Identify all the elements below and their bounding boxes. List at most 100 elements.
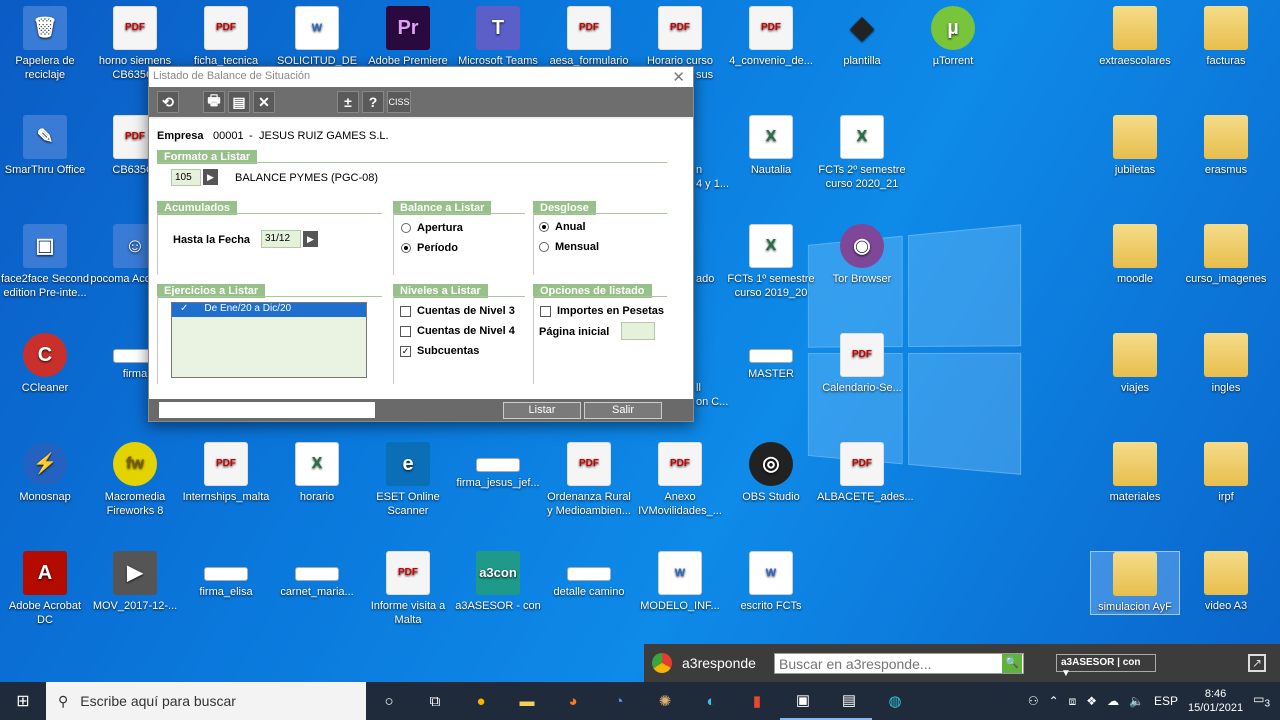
desktop-icon-detalle[interactable]: detalle camino [544,551,634,599]
clock[interactable]: 8:46 15/01/2021 [1188,687,1243,715]
mensual-radio[interactable] [539,242,549,252]
preview-icon[interactable]: ▤ [228,91,250,113]
desktop-icon-fireworks[interactable]: fw Macromedia Fireworks 8 [90,442,180,518]
desktop-icon-solicitud[interactable]: W SOLICITUD_DE [272,6,362,68]
desktop-icon-modelo[interactable]: W MODELO_INF... [635,551,725,613]
desktop-icon-simulacion[interactable]: simulacion AyF [1090,551,1180,615]
network-icon[interactable]: ⧈ [1069,694,1077,709]
dialog-titlebar[interactable]: Listado de Balance de Situación ✕ [149,67,693,87]
chrome-icon[interactable]: ● [458,682,504,720]
periodo-radio[interactable] [401,243,411,253]
notifications-icon[interactable]: ▭3 [1253,692,1270,709]
people-icon[interactable]: ⚇ [1028,694,1039,708]
desktop-icon-facturas[interactable]: facturas [1181,6,1271,68]
desktop-icon-irpf[interactable]: irpf [1181,442,1271,504]
firefox-icon[interactable]: ◕ [550,682,596,720]
a3asesor-dropdown[interactable]: a3ASESOR | con ▼ [1056,654,1156,679]
a3-app-icon[interactable]: ▣ [780,682,826,720]
dropbox-icon[interactable]: ❖ [1086,694,1097,708]
anual-radio[interactable] [539,222,549,232]
desktop-icon-plantilla[interactable]: ◆ plantilla [817,6,907,68]
nivel4-checkbox[interactable] [400,326,411,337]
edge-icon[interactable]: ◐ [688,682,734,720]
list-item[interactable]: ✓ De Ene/20 a Dic/20 [172,303,366,317]
desktop-icon-anexo[interactable]: PDF Anexo IVMovilidades_... [635,442,725,518]
desktop-icon-fcts1[interactable]: X FCTs 1º semestre curso 2019_20 [726,224,816,300]
desktop-icon-erasmus[interactable]: erasmus [1181,115,1271,177]
outlook-icon[interactable]: ◔ [596,682,642,720]
desktop-icon-utorrent[interactable]: µ µTorrent [908,6,998,68]
ejercicios-list[interactable]: ✓ De Ene/20 a Dic/20 [171,302,367,378]
desktop-icon-eset[interactable]: e ESET Online Scanner [363,442,453,518]
desktop-icon-ingles[interactable]: ingles [1181,333,1271,395]
desktop-icon-escrito[interactable]: Wescrito FCTs [726,551,816,613]
desktop-icon-monosnap[interactable]: ⚡ Monosnap [0,442,90,504]
desktop-icon-obs[interactable]: ◎ OBS Studio [726,442,816,504]
close-icon[interactable]: ✕ [672,68,685,86]
desktop-icon-internships[interactable]: PDF Internships_malta [181,442,271,504]
speaker-icon[interactable]: 🔈 [1129,694,1144,708]
office-icon[interactable]: ▮ [734,682,780,720]
subcuentas-checkbox[interactable]: ✓ [400,346,411,357]
taskbar-search[interactable]: ⚲ Escribe aquí para buscar [46,682,366,720]
desktop-icon-video_a3[interactable]: video A3 [1181,551,1271,613]
pagina-field[interactable] [621,322,655,340]
desktop-icon-horario_curso[interactable]: PDF Horario curso [635,6,725,68]
salir-button[interactable]: Salir [584,402,662,419]
desktop-icon-calendario[interactable]: PDF Calendario-Se... [817,333,907,395]
hasta-fecha-field[interactable]: 31/12 [261,230,301,248]
pesetas-checkbox[interactable] [540,306,551,317]
print-icon[interactable]: 🖶 [203,91,225,113]
desktop-icon-horario[interactable]: Xhorario [272,442,362,504]
start-button[interactable]: ⊞ [0,682,46,720]
desktop-icon-informe[interactable]: PDF Informe visita a Malta [363,551,453,627]
desktop-icon-ccleaner[interactable]: C CCleaner [0,333,90,395]
desktop-icon-viajes[interactable]: viajes [1090,333,1180,395]
desktop-icon-curso_imagenes[interactable]: curso_imagenes [1181,224,1271,286]
desktop-icon-ficha[interactable]: PDF ficha_tecnica [181,6,271,68]
explorer-icon[interactable]: ▬ [504,682,550,720]
refresh-icon[interactable]: ⟲ [157,91,179,113]
desktop-icon-tor[interactable]: ◉ Tor Browser [817,224,907,286]
canva-icon[interactable]: ◍ [872,682,918,720]
formato-lookup-button[interactable]: ▶ [203,169,218,185]
desktop-icon-face2face[interactable]: ▣ face2face Second edition Pre-inte... [0,224,90,300]
formato-code-field[interactable]: 105 [171,169,201,186]
desktop-icon-firma_jesus[interactable]: firma_jesus_jef... [453,442,543,490]
desktop-icon-a3asesor[interactable]: a3con a3ASESOR - con [453,551,543,613]
help-icon[interactable]: ? [362,91,384,113]
desktop-icon-master[interactable]: MASTER [726,333,816,381]
onedrive-icon[interactable]: ☁ [1107,694,1119,708]
desktop-icon-extraescolares[interactable]: extraescolares [1090,6,1180,68]
desktop-icon-teams[interactable]: T Microsoft Teams [453,6,543,68]
chevron-up-icon[interactable]: ⌃ [1049,694,1059,708]
desktop-icon-nautalia[interactable]: X Nautalia [726,115,816,177]
desktop-icon-papelera[interactable]: 🗑 Papelera de reciclaje [0,6,90,82]
desktop-icon-smarthru[interactable]: ✎ SmarThru Office [0,115,90,177]
desktop-icon-albacete[interactable]: PDF ALBACETE_ades... [817,442,914,504]
desktop-icon-jubiletas[interactable]: jubiletas [1090,115,1180,177]
gimp-icon[interactable]: ✺ [642,682,688,720]
desktop-icon-fcts2[interactable]: X FCTs 2º semestre curso 2020_21 [817,115,907,191]
search-icon[interactable]: 🔍 [1002,654,1022,673]
desktop-icon-carnet[interactable]: carnet_maria... [272,551,362,599]
desktop-icon-moodle[interactable]: moodle [1090,224,1180,286]
desktop-icon-ordenanza[interactable]: PDF Ordenanza Rural y Medioambien... [544,442,634,518]
excel-icon[interactable]: ✕ [253,91,275,113]
listar-button[interactable]: Listar [503,402,581,419]
cortana-icon[interactable]: ○ [366,682,412,720]
ciss-button[interactable]: CISS [387,91,411,113]
desktop-icon-premiere[interactable]: Pr Adobe Premiere [363,6,453,68]
desktop-icon-materiales[interactable]: materiales [1090,442,1180,504]
desktop-icon-aesa[interactable]: PDF aesa_formulario [544,6,634,68]
external-link-icon[interactable]: ↗ [1248,654,1266,672]
desktop-icon-firma_elisa[interactable]: firma_elisa [181,551,271,599]
apertura-radio[interactable] [401,223,411,233]
desktop-icon-mov[interactable]: ▶ MOV_2017-12-... [90,551,180,613]
plus-minus-icon[interactable]: ± [337,91,359,113]
task-view-icon[interactable]: ⧉ [412,682,458,720]
desktop-icon-acrobat[interactable]: A Adobe Acrobat DC [0,551,90,627]
language-indicator[interactable]: ESP [1154,694,1178,708]
a3responde-search-input[interactable] [774,653,1024,674]
hasta-fecha-button[interactable]: ▶ [303,231,318,247]
